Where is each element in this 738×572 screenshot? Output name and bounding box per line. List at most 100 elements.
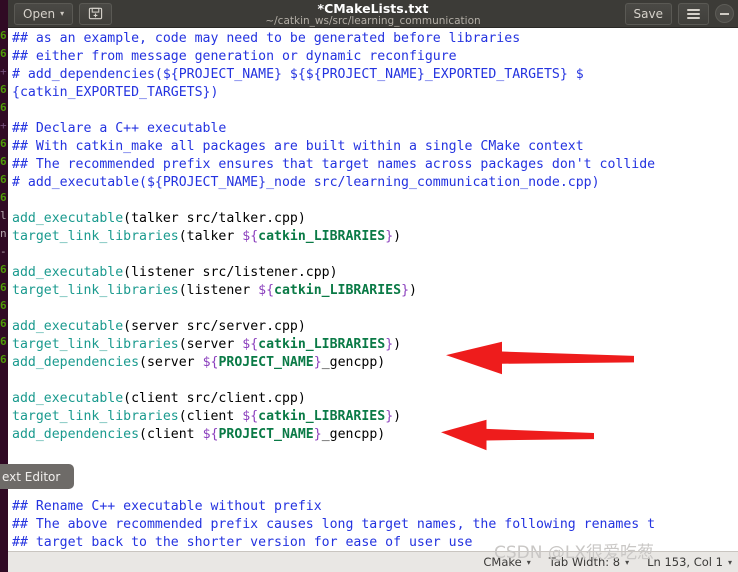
arrow-shape: [441, 419, 594, 451]
code-token: PROJECT_NAME: [218, 427, 314, 442]
status-language-label: CMake: [483, 555, 522, 569]
code-line: ## The recommended prefix ensures that t…: [12, 156, 655, 174]
code-token: (listener src/listener.cpp): [123, 265, 338, 280]
save-as-icon: [88, 6, 103, 21]
window-title: *CMakeLists.txt: [317, 0, 429, 16]
open-button[interactable]: Open ▾: [14, 2, 74, 25]
code-token: catkin_LIBRARIES: [258, 229, 386, 244]
code-token: add_dependencies: [12, 427, 140, 442]
code-token: ## as an example, code may need to be ge…: [12, 31, 521, 46]
status-tab-width-label: Tab Width: 8: [548, 555, 621, 569]
hamburger-menu-icon: [687, 7, 700, 21]
open-button-label: Open: [23, 6, 56, 21]
code-line: target_link_libraries(talker ${catkin_LI…: [12, 228, 655, 246]
chevron-down-icon: ▾: [625, 557, 630, 567]
code-token: }: [385, 337, 394, 352]
code-line: target_link_libraries(listener ${catkin_…: [12, 282, 655, 300]
arrow-shape: [446, 341, 634, 375]
code-token: }: [313, 427, 322, 442]
header-left-controls: Open ▾: [14, 2, 113, 25]
code-line: # add_executable(${PROJECT_NAME}_node sr…: [12, 174, 655, 192]
taskbar-tooltip-label: ext Editor: [2, 469, 61, 484]
hamburger-menu-button[interactable]: [678, 2, 709, 25]
code-token: (client src/client.cpp): [123, 391, 306, 406]
chevron-down-icon: ▾: [727, 557, 732, 567]
status-language[interactable]: CMake ▾: [483, 555, 530, 569]
screenshot-root: 6 6 +6 6 +6 6 6 6 l n -6 6 6 6 6 6 Open ▾: [0, 0, 738, 572]
status-tab-width[interactable]: Tab Width: 8 ▾: [549, 555, 629, 569]
code-token: catkin_LIBRARIES: [258, 337, 386, 352]
save-button-label: Save: [633, 6, 663, 21]
code-token: add_executable: [12, 319, 124, 334]
window-header-bar: Open ▾ Save *CMakeLists.txt ~/catkin_ws/…: [8, 0, 738, 28]
code-token: ## The recommended prefix ensures that t…: [12, 157, 656, 172]
code-token: target_link_libraries: [12, 337, 179, 352]
code-token: ## either from message generation or dyn…: [12, 49, 457, 64]
code-token: add_executable: [12, 391, 124, 406]
code-token: (server src/server.cpp): [123, 319, 306, 334]
code-token: ## The above recommended prefix causes l…: [12, 517, 656, 532]
code-line: ## With catkin_make all packages are bui…: [12, 138, 655, 156]
save-as-button[interactable]: [79, 2, 113, 25]
code-token: catkin_LIBRARIES: [258, 409, 386, 424]
code-token: add_executable: [12, 265, 124, 280]
code-token: target_link_libraries: [12, 229, 179, 244]
status-cursor-position[interactable]: Ln 153, Col 1 ▾: [647, 555, 732, 569]
arrow-server-dependencies: [446, 341, 634, 375]
code-line: add_executable(listener src/listener.cpp…: [12, 264, 655, 282]
code-token: (client: [178, 409, 243, 424]
code-token: }: [313, 355, 322, 370]
text-editor-area[interactable]: ## as an example, code may need to be ge…: [8, 28, 738, 551]
code-token: # add_executable(${PROJECT_NAME}_node sr…: [12, 175, 600, 190]
minimize-button[interactable]: [715, 4, 734, 23]
code-token: add_executable: [12, 211, 124, 226]
code-line: ## target back to the shorter version fo…: [12, 534, 655, 551]
code-token: # add_dependencies(${PROJECT_NAME} ${${P…: [12, 67, 584, 82]
code-token: (talker: [178, 229, 243, 244]
code-token: ## Rename C++ executable without prefix: [12, 499, 322, 514]
code-line: ## as an example, code may need to be ge…: [12, 30, 655, 48]
code-token: ): [393, 229, 402, 244]
taskbar-tooltip: ext Editor: [0, 464, 74, 489]
code-line: ## The above recommended prefix causes l…: [12, 516, 655, 534]
code-token: {catkin_EXPORTED_TARGETS}): [12, 85, 219, 100]
code-token: (talker src/talker.cpp): [123, 211, 306, 226]
code-line: ## Rename C++ executable without prefix: [12, 498, 655, 516]
code-line: ## either from message generation or dyn…: [12, 48, 655, 66]
code-token: ${: [202, 355, 219, 370]
code-content: ## as an example, code may need to be ge…: [12, 30, 655, 551]
code-token: catkin_LIBRARIES: [274, 283, 402, 298]
code-token: (client: [139, 427, 203, 442]
status-bar: CMake ▾ Tab Width: 8 ▾ Ln 153, Col 1 ▾: [8, 551, 738, 572]
code-token: _gencpp): [321, 355, 386, 370]
minimize-icon: [720, 12, 729, 15]
code-token: ${: [202, 427, 219, 442]
code-token: target_link_libraries: [12, 283, 179, 298]
chevron-down-icon: ▾: [526, 557, 531, 567]
chevron-down-icon: ▾: [60, 8, 65, 18]
code-token: ${: [242, 229, 259, 244]
code-token: ${: [258, 283, 275, 298]
window-path: ~/catkin_ws/src/learning_communication: [265, 14, 481, 27]
code-token: ${: [242, 409, 259, 424]
code-token: _gencpp): [321, 427, 386, 442]
code-token: ## target back to the shorter version fo…: [12, 535, 473, 550]
gedit-window: Open ▾ Save *CMakeLists.txt ~/catkin_ws/…: [8, 0, 738, 572]
code-line: add_executable(talker src/talker.cpp): [12, 210, 655, 228]
header-right-controls: Save: [624, 2, 734, 25]
code-token: }: [385, 229, 394, 244]
code-token: }: [385, 409, 394, 424]
code-token: (listener: [178, 283, 259, 298]
code-line: ## Declare a C++ executable: [12, 120, 655, 138]
code-token: ## Declare a C++ executable: [12, 121, 227, 136]
save-button[interactable]: Save: [624, 2, 672, 25]
code-token: ): [409, 283, 417, 298]
code-token: }: [401, 283, 410, 298]
code-line: add_executable(client src/client.cpp): [12, 390, 655, 408]
